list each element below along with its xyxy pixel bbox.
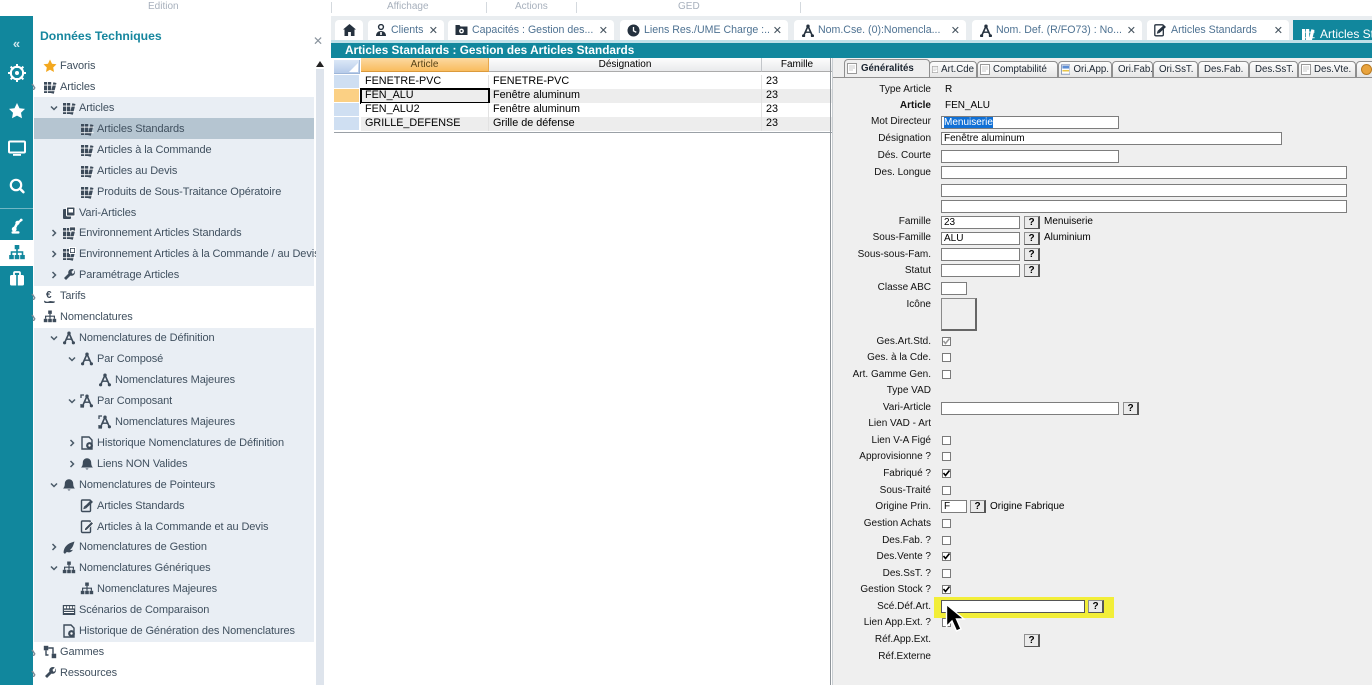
svg-text:€: €	[46, 290, 52, 301]
